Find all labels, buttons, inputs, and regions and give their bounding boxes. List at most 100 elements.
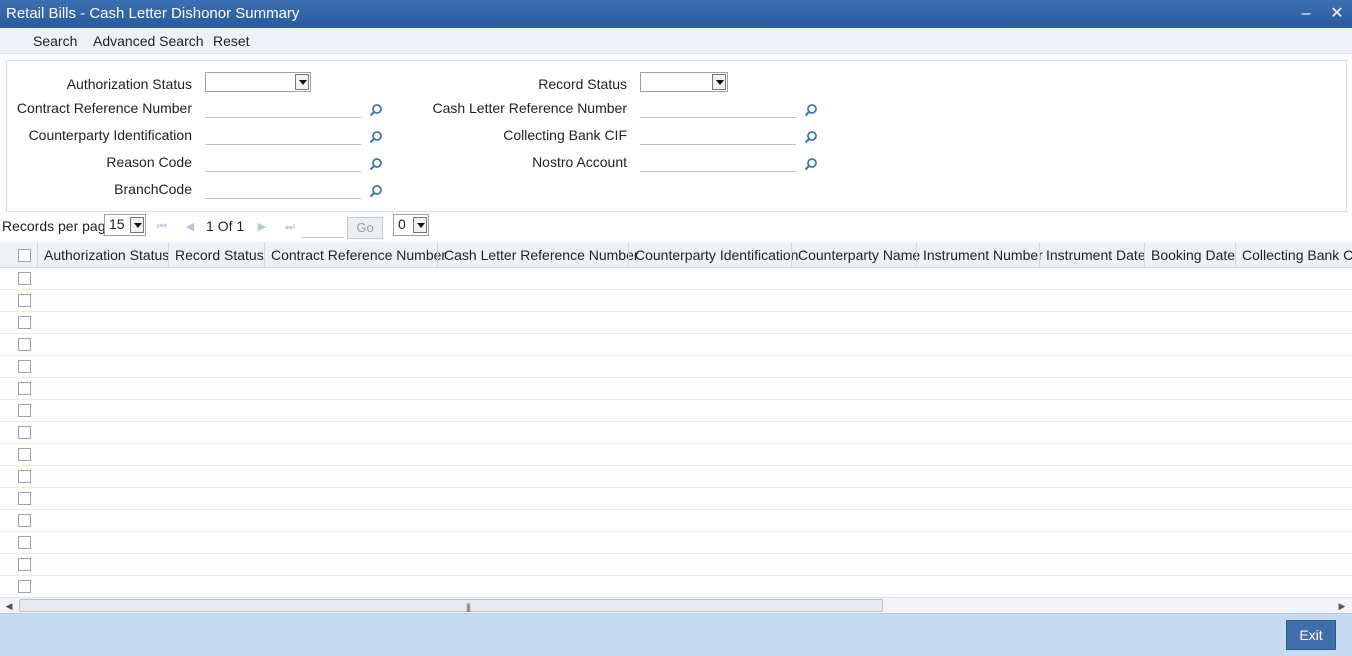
nostro-account-input[interactable] [640, 152, 796, 172]
column-header-counterparty-identification[interactable]: Counterparty Identification [628, 242, 798, 268]
table-row[interactable] [0, 422, 1352, 444]
authorization-status-select[interactable] [205, 72, 311, 92]
chevron-down-icon [130, 217, 144, 233]
search-criteria-panel: Authorization Status Contract Reference … [6, 60, 1347, 212]
table-row[interactable] [0, 576, 1352, 597]
first-page-icon[interactable]: ⏮ [156, 221, 168, 233]
row-checkbox[interactable] [18, 492, 31, 505]
reset-menu-item[interactable]: Reset [213, 33, 250, 49]
close-icon[interactable]: ✕ [1327, 4, 1347, 24]
column-header-cash-letter-reference-number[interactable]: Cash Letter Reference Number [437, 242, 639, 268]
column-header-counterparty-name[interactable]: Counterparty Name [791, 242, 920, 268]
chevron-down-icon [413, 217, 427, 233]
table-row[interactable] [0, 510, 1352, 532]
contract-reference-number-label: Contract Reference Number [16, 100, 192, 116]
column-header-contract-reference-number[interactable]: Contract Reference Number [264, 242, 446, 268]
grip-icon: ||| [466, 602, 471, 612]
page-info: 1 Of 1 [206, 218, 244, 234]
row-checkbox[interactable] [18, 514, 31, 527]
row-checkbox[interactable] [18, 294, 31, 307]
goto-page-input[interactable] [302, 216, 344, 238]
row-checkbox[interactable] [18, 382, 31, 395]
results-grid: Authorization Status Record Status Contr… [0, 242, 1352, 597]
row-checkbox[interactable] [18, 338, 31, 351]
cash-letter-reference-number-label: Cash Letter Reference Number [432, 100, 627, 116]
reason-code-label: Reason Code [106, 154, 192, 170]
row-checkbox[interactable] [18, 404, 31, 417]
table-row[interactable] [0, 400, 1352, 422]
row-checkbox[interactable] [18, 272, 31, 285]
counterparty-identification-label: Counterparty Identification [28, 127, 192, 143]
table-row[interactable] [0, 554, 1352, 576]
scroll-right-icon[interactable]: ▶ [1337, 601, 1347, 611]
reason-code-input[interactable] [205, 152, 361, 172]
column-header-record-status[interactable]: Record Status [168, 242, 264, 268]
previous-page-icon[interactable]: ◀ [184, 221, 196, 233]
branch-code-input[interactable] [205, 179, 361, 199]
row-checkbox[interactable] [18, 470, 31, 483]
chevron-down-icon [295, 74, 309, 90]
pagination-bar: Records per page 15 ⏮ ◀ 1 Of 1 ▶ ⏭ Go 0 [0, 214, 1352, 240]
go-button[interactable]: Go [347, 217, 383, 239]
table-row[interactable] [0, 290, 1352, 312]
current-page: 1 [206, 218, 214, 234]
counterparty-identification-input[interactable] [205, 125, 361, 145]
record-status-select[interactable] [640, 72, 728, 92]
table-row[interactable] [0, 312, 1352, 334]
collecting-bank-cif-label: Collecting Bank CIF [503, 127, 627, 143]
column-header-instrument-date[interactable]: Instrument Date [1039, 242, 1146, 268]
table-row[interactable] [0, 532, 1352, 554]
column-header-booking-date[interactable]: Booking Date [1144, 242, 1235, 268]
title-bar: Retail Bills - Cash Letter Dishonor Summ… [0, 0, 1352, 28]
row-checkbox[interactable] [18, 448, 31, 461]
row-checkbox[interactable] [18, 426, 31, 439]
last-page-icon[interactable]: ⏭ [284, 221, 296, 233]
records-per-page-label: Records per page [2, 218, 114, 234]
search-icon[interactable] [804, 130, 818, 144]
table-row[interactable] [0, 378, 1352, 400]
horizontal-scrollbar[interactable]: ◀ ||| ▶ [0, 597, 1352, 613]
authorization-status-label: Authorization Status [66, 76, 192, 92]
next-page-icon[interactable]: ▶ [256, 221, 268, 233]
page-select[interactable]: 0 [393, 214, 429, 236]
search-icon[interactable] [369, 157, 383, 171]
records-per-page-value: 15 [109, 216, 125, 232]
collecting-bank-cif-input[interactable] [640, 125, 796, 145]
table-row[interactable] [0, 444, 1352, 466]
advanced-search-menu-item[interactable]: Advanced Search [93, 33, 204, 49]
contract-reference-number-input[interactable] [205, 98, 361, 118]
table-row[interactable] [0, 334, 1352, 356]
branch-code-label: BranchCode [114, 181, 192, 197]
column-header-collecting-bank-cif[interactable]: Collecting Bank CIF [1235, 242, 1352, 268]
cash-letter-reference-number-input[interactable] [640, 98, 796, 118]
total-pages: 1 [236, 218, 245, 234]
scroll-left-icon[interactable]: ◀ [4, 601, 14, 611]
record-status-label: Record Status [538, 76, 627, 92]
minimize-icon[interactable]: – [1296, 4, 1316, 24]
column-header-authorization-status[interactable]: Authorization Status [37, 242, 169, 268]
row-checkbox[interactable] [18, 360, 31, 373]
records-per-page-select[interactable]: 15 [104, 214, 146, 236]
table-row[interactable] [0, 488, 1352, 510]
search-menu-item[interactable]: Search [33, 33, 77, 49]
search-icon[interactable] [804, 103, 818, 117]
scrollbar-thumb[interactable]: ||| [19, 599, 883, 612]
row-checkbox[interactable] [18, 536, 31, 549]
page-select-value: 0 [398, 216, 406, 232]
search-icon[interactable] [369, 103, 383, 117]
search-icon[interactable] [369, 130, 383, 144]
table-row[interactable] [0, 466, 1352, 488]
row-checkbox[interactable] [18, 316, 31, 329]
table-row[interactable] [0, 268, 1352, 290]
grid-header: Authorization Status Record Status Contr… [0, 242, 1352, 268]
footer-bar: Exit [0, 613, 1352, 656]
column-header-instrument-number[interactable]: Instrument Number [916, 242, 1043, 268]
search-icon[interactable] [369, 184, 383, 198]
select-all-checkbox[interactable] [18, 249, 31, 262]
chevron-down-icon [712, 74, 726, 90]
exit-button[interactable]: Exit [1286, 620, 1336, 650]
row-checkbox[interactable] [18, 558, 31, 571]
table-row[interactable] [0, 356, 1352, 378]
search-icon[interactable] [804, 157, 818, 171]
row-checkbox[interactable] [18, 580, 31, 593]
